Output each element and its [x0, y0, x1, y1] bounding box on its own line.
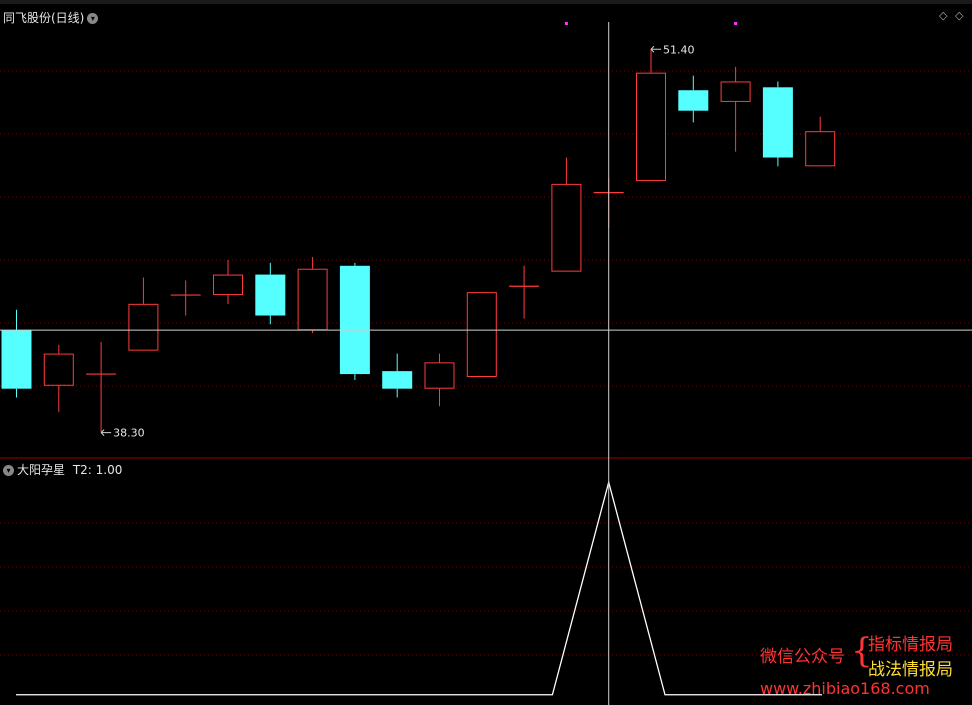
candle [466, 292, 497, 377]
watermark-line1: 指标情报局 [868, 635, 953, 655]
candle-body-up [551, 183, 582, 272]
candle [297, 257, 328, 334]
t2-value-label: T2: 1.00 [72, 463, 123, 477]
candle-body-up [297, 268, 328, 331]
candle-body-up [128, 303, 159, 351]
candle-body-up [720, 81, 751, 102]
candle [720, 66, 751, 152]
watermark-line2: 战法情报局 [868, 660, 953, 680]
candle [255, 262, 286, 325]
top-toolbar-strip [0, 0, 972, 4]
signal-marker [564, 22, 568, 25]
signal-markers [564, 22, 738, 25]
candle-body-up [636, 72, 666, 181]
candle [636, 49, 666, 181]
annotation-arrow [650, 45, 661, 53]
candle-body-down [255, 274, 286, 316]
candle-body-down [339, 265, 370, 375]
candle [805, 116, 836, 167]
candle [339, 262, 370, 380]
candle [678, 75, 709, 123]
annotation-label: 51.40 [663, 43, 695, 56]
indicator-panel-header: ▾ 大阳孕星 T2: 1.00 [3, 461, 122, 478]
candle-body-up [805, 131, 836, 167]
indicator-name[interactable]: 大阳孕星 [17, 463, 65, 477]
candle [213, 259, 243, 304]
candle-body-up [43, 353, 74, 386]
candle [762, 81, 793, 167]
chevron-down-icon[interactable]: ▾ [3, 465, 14, 476]
chart-canvas[interactable]: 38.30 51.40 [0, 0, 972, 705]
candle-body-down [678, 90, 709, 111]
candle [170, 280, 201, 316]
candle-body-up [213, 274, 243, 296]
candle [1, 309, 32, 398]
watermark-wechat-label: 微信公众号 [760, 647, 845, 667]
candle [43, 344, 74, 413]
indicator-panel-grid [0, 522, 972, 656]
diamond-icon-2[interactable]: ◇ [955, 9, 963, 22]
candle [424, 353, 455, 407]
t2-line [16, 479, 822, 696]
candle-body-down [1, 330, 32, 389]
candle-body-down [382, 371, 413, 389]
candle [509, 265, 540, 319]
watermark-url: www.zhibiao168.com [760, 679, 930, 698]
price-annotation: 38.30 [100, 427, 145, 440]
candle [128, 277, 159, 351]
candle-body-up [424, 362, 455, 389]
t2-line-series [16, 479, 822, 696]
candle [86, 341, 117, 433]
annotation-arrow [100, 429, 112, 436]
candle [382, 353, 413, 398]
main-panel-header: 同飞股份(日线) ▾ [3, 9, 99, 26]
candlestick-series [1, 49, 836, 433]
candle-body-down [762, 87, 793, 158]
annotation-label: 38.30 [113, 427, 145, 440]
candle-body-up [466, 292, 497, 377]
signal-marker [734, 22, 738, 25]
candle [551, 157, 582, 272]
stock-title[interactable]: 同飞股份(日线) [3, 11, 84, 25]
diamond-icon[interactable]: ◇ [939, 9, 947, 22]
chevron-down-icon[interactable]: ▾ [87, 13, 99, 24]
price-annotation: 51.40 [650, 43, 695, 56]
